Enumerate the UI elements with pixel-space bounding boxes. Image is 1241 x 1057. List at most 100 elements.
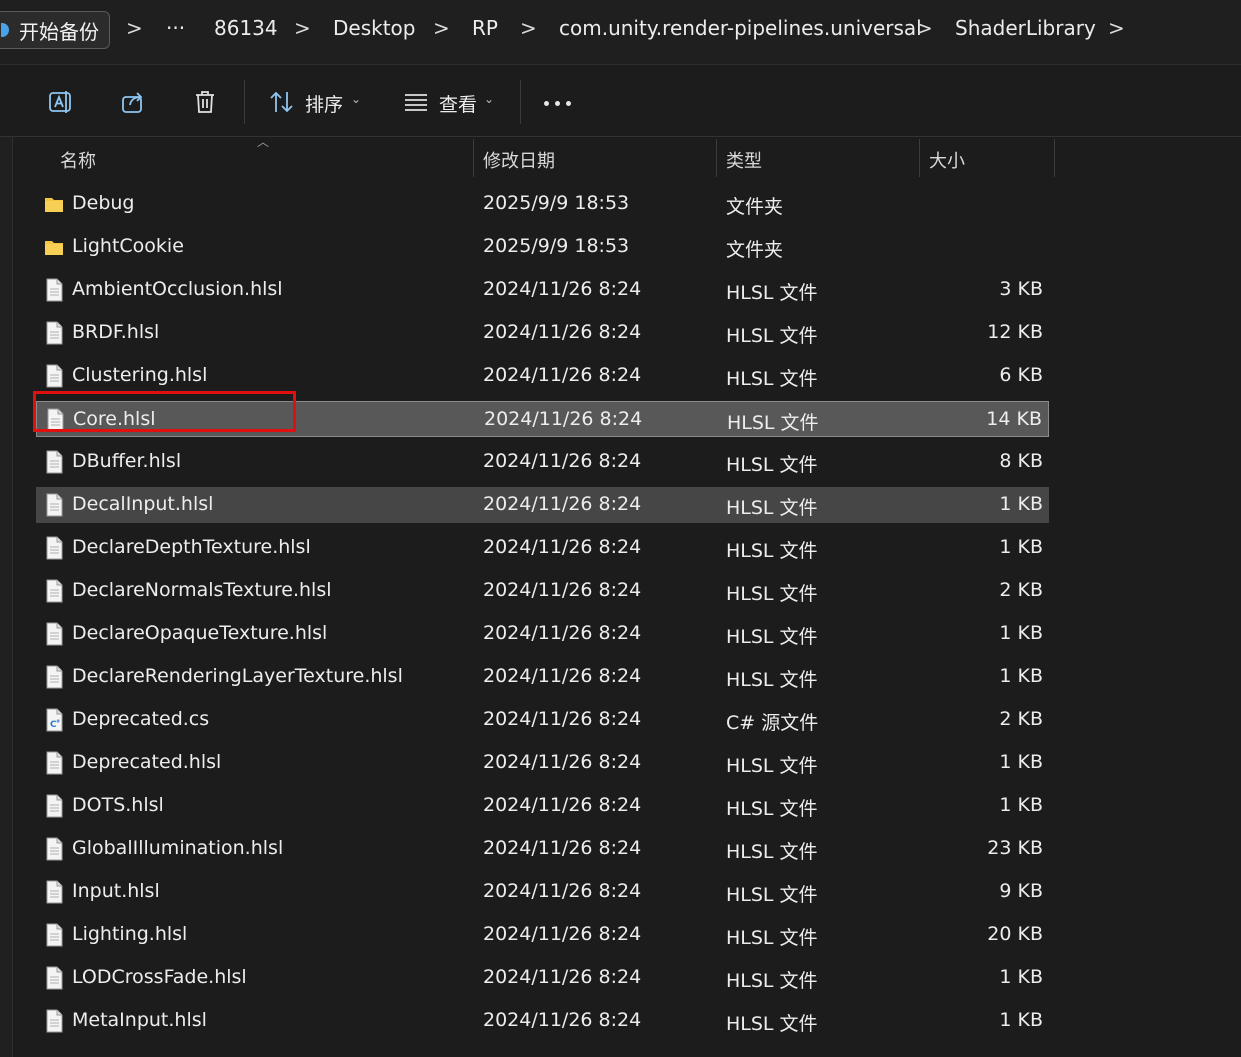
column-header-name[interactable]: 名称 <box>60 147 96 173</box>
rename-icon[interactable] <box>47 88 75 116</box>
file-size: 1 KB <box>999 493 1043 515</box>
file-type: HLSL 文件 <box>726 755 818 777</box>
file-icon <box>46 364 63 388</box>
breadcrumb-overflow[interactable]: ··· <box>166 16 185 40</box>
file-icon <box>46 923 63 947</box>
file-row[interactable]: BRDF.hlsl 2024/11/26 8:24 HLSL 文件 12 KB <box>36 315 1049 351</box>
toolbar-divider <box>520 80 521 124</box>
file-name: GlobalIllumination.hlsl <box>72 837 284 859</box>
file-modified-date: 2024/11/26 8:24 <box>483 1009 642 1031</box>
file-type: 文件夹 <box>726 196 784 218</box>
breadcrumb-item-shaderlibrary[interactable]: ShaderLibrary <box>955 16 1096 40</box>
view-button[interactable]: 查看 <box>439 90 477 117</box>
file-row[interactable]: GlobalIllumination.hlsl 2024/11/26 8:24 HL… <box>36 831 1049 867</box>
csharp-file-icon: C # <box>46 708 63 732</box>
file-name: Deprecated.hlsl <box>72 751 222 773</box>
file-row[interactable]: AmbientOcclusion.hlsl 2024/11/26 8:24 HLSL… <box>36 272 1049 308</box>
sort-icon[interactable] <box>268 88 296 116</box>
file-name: DBuffer.hlsl <box>72 450 182 472</box>
column-divider[interactable] <box>716 139 717 177</box>
file-modified-date: 2024/11/26 8:24 <box>484 408 643 430</box>
file-icon <box>46 1009 63 1033</box>
file-type: HLSL 文件 <box>726 540 818 562</box>
breadcrumb-separator-icon[interactable]: > <box>433 16 450 40</box>
file-row[interactable]: Debug 2025/9/9 18:53 文件夹 <box>36 186 1049 222</box>
file-row[interactable]: DeclareDepthTexture.hlsl 2024/11/26 8:24 H… <box>36 530 1049 566</box>
file-row[interactable]: MetaInput.hlsl 2024/11/26 8:24 HLSL 文件 1 KB <box>36 1003 1049 1039</box>
file-icon <box>46 751 63 775</box>
file-size: 2 KB <box>999 708 1043 730</box>
breadcrumb-separator-icon[interactable]: > <box>294 16 311 40</box>
file-row[interactable]: LODCrossFade.hlsl 2024/11/26 8:24 HLSL 文件 1… <box>36 960 1049 996</box>
file-type: HLSL 文件 <box>726 970 818 992</box>
sort-chevron-down-icon[interactable]: ⌄ <box>351 92 361 106</box>
file-icon <box>47 408 64 432</box>
breadcrumb-item-86134[interactable]: 86134 <box>214 16 278 40</box>
file-size: 3 KB <box>999 278 1043 300</box>
column-header-date[interactable]: 修改日期 <box>483 147 555 173</box>
file-icon <box>46 880 63 904</box>
file-name: Core.hlsl <box>73 408 156 430</box>
file-name: DeclareNormalsTexture.hlsl <box>72 579 332 601</box>
file-name: LODCrossFade.hlsl <box>72 966 247 988</box>
file-modified-date: 2024/11/26 8:24 <box>483 751 642 773</box>
file-row[interactable]: LightCookie 2025/9/9 18:53 文件夹 <box>36 229 1049 265</box>
breadcrumb-separator-icon[interactable]: > <box>126 16 143 40</box>
delete-icon[interactable] <box>191 88 219 116</box>
navigation-pane-edge[interactable] <box>0 137 13 1057</box>
file-name: LightCookie <box>72 235 184 257</box>
file-icon <box>46 450 63 474</box>
breadcrumb-item-rp[interactable]: RP <box>472 16 498 40</box>
file-row[interactable]: DOTS.hlsl 2024/11/26 8:24 HLSL 文件 1 KB <box>36 788 1049 824</box>
column-header-type[interactable]: 类型 <box>726 147 762 173</box>
file-row[interactable]: DecalInput.hlsl 2024/11/26 8:24 HLSL 文件 1 K… <box>36 487 1049 523</box>
file-size: 23 KB <box>987 837 1043 859</box>
file-modified-date: 2024/11/26 8:24 <box>483 450 642 472</box>
file-modified-date: 2024/11/26 8:24 <box>483 278 642 300</box>
file-icon <box>46 622 63 646</box>
breadcrumb-separator-icon[interactable]: > <box>916 16 933 40</box>
sort-ascending-icon: ︿ <box>257 135 270 149</box>
file-row[interactable]: DeclareRenderingLayerTexture.hlsl 2024/11… <box>36 659 1049 695</box>
view-icon[interactable] <box>402 88 430 116</box>
file-name: DecalInput.hlsl <box>72 493 214 515</box>
file-row[interactable]: Lighting.hlsl 2024/11/26 8:24 HLSL 文件 20 KB <box>36 917 1049 953</box>
column-header-size[interactable]: 大小 <box>929 147 965 173</box>
file-modified-date: 2024/11/26 8:24 <box>483 665 642 687</box>
file-type: HLSL 文件 <box>726 1013 818 1035</box>
file-row[interactable]: DeclareNormalsTexture.hlsl 2024/11/26 8:2… <box>36 573 1049 609</box>
file-size: 1 KB <box>999 665 1043 687</box>
more-options-icon[interactable] <box>544 101 572 107</box>
column-divider[interactable] <box>919 139 920 177</box>
file-type: HLSL 文件 <box>726 583 818 605</box>
file-type: HLSL 文件 <box>726 454 818 476</box>
file-modified-date: 2024/11/26 8:24 <box>483 321 642 343</box>
file-size: 1 KB <box>999 751 1043 773</box>
file-type: HLSL 文件 <box>726 325 818 347</box>
file-row[interactable]: Deprecated.hlsl 2024/11/26 8:24 HLSL 文件 1 K… <box>36 745 1049 781</box>
breadcrumb-item-desktop[interactable]: Desktop <box>333 16 415 40</box>
file-size: 20 KB <box>987 923 1043 945</box>
file-row[interactable]: Input.hlsl 2024/11/26 8:24 HLSL 文件 9 KB <box>36 874 1049 910</box>
file-size: 14 KB <box>986 408 1042 430</box>
column-divider[interactable] <box>473 139 474 177</box>
start-backup-button[interactable]: 开始备份 <box>0 11 110 49</box>
file-name: BRDF.hlsl <box>72 321 160 343</box>
file-size: 2 KB <box>999 579 1043 601</box>
file-size: 6 KB <box>999 364 1043 386</box>
view-chevron-down-icon[interactable]: ⌄ <box>484 92 494 106</box>
file-row[interactable]: Clustering.hlsl 2024/11/26 8:24 HLSL 文件 6 K… <box>36 358 1049 394</box>
file-row[interactable]: DeclareOpaqueTexture.hlsl 2024/11/26 8:24… <box>36 616 1049 652</box>
address-bar[interactable]: 开始备份 > ··· 86134 > Desktop > RP > com.un… <box>0 0 1241 65</box>
breadcrumb-separator-icon[interactable]: > <box>520 16 537 40</box>
file-icon <box>46 278 63 302</box>
file-row[interactable]: C # Deprecated.cs 2024/11/26 8:24 C# 源文件 2 KB <box>36 702 1049 738</box>
breadcrumb-item-universal[interactable]: com.unity.render-pipelines.universal <box>559 16 922 40</box>
share-icon[interactable] <box>119 88 147 116</box>
column-divider[interactable] <box>1054 139 1055 177</box>
file-modified-date: 2024/11/26 8:24 <box>483 536 642 558</box>
file-row[interactable]: DBuffer.hlsl 2024/11/26 8:24 HLSL 文件 8 KB <box>36 444 1049 480</box>
sort-button[interactable]: 排序 <box>305 90 343 117</box>
file-row[interactable]: Core.hlsl 2024/11/26 8:24 HLSL 文件 14 KB <box>36 401 1049 437</box>
breadcrumb-separator-icon[interactable]: > <box>1108 16 1125 40</box>
